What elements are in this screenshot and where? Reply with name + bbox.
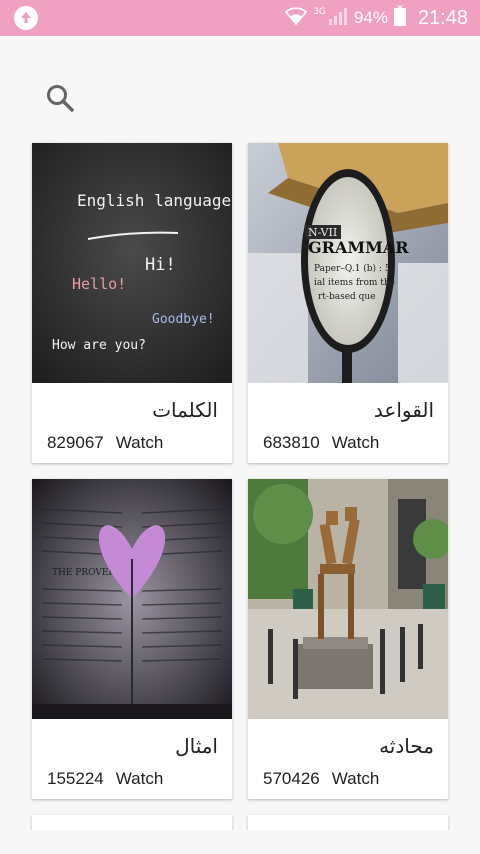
network-type: 3G: [313, 7, 326, 17]
search-button[interactable]: [44, 82, 76, 114]
card-title: محادثه: [379, 734, 434, 758]
svg-text:How are you?: How are you?: [52, 338, 146, 353]
watch-count: 683810: [263, 433, 320, 452]
watch-count: 570426: [263, 769, 320, 788]
list-bottom-edge: [0, 830, 480, 854]
clock: 21:48: [417, 6, 468, 29]
card-title: امثال: [175, 734, 218, 758]
svg-text:Paper–Q.1 (b) : 5: Paper–Q.1 (b) : 5: [314, 263, 391, 274]
signal-icon: [328, 7, 348, 29]
category-card-grammar[interactable]: N-VII GRAMMAR Paper–Q.1 (b) : 5 ial item…: [248, 143, 448, 463]
search-icon: [47, 85, 74, 112]
conversation-thumbnail: [248, 479, 448, 719]
watch-label: Watch: [115, 769, 164, 788]
card-meta: 570426 Watch: [263, 769, 379, 789]
proverbs-thumbnail: THE PROVERBS: [32, 479, 232, 719]
category-card-proverbs[interactable]: THE PROVERBS امثال 155224 Watch: [32, 479, 232, 799]
svg-text:GRAMMAR: GRAMMAR: [308, 238, 409, 257]
watch-count: 829067: [47, 433, 104, 452]
card-title: القواعد: [373, 398, 434, 422]
svg-text:English language: English language: [77, 191, 231, 210]
watch-label: Watch: [331, 769, 380, 788]
watch-label: Watch: [331, 433, 380, 452]
svg-text:Hello!: Hello!: [72, 275, 126, 293]
category-card-words[interactable]: English language Hello! Hi! Goodbye! How…: [32, 143, 232, 463]
battery-percent: 94%: [353, 8, 388, 27]
svg-text:ial items from the: ial items from the: [314, 278, 395, 288]
category-card-conversation[interactable]: محادثه 570426 Watch: [248, 479, 448, 799]
watch-label: Watch: [115, 433, 164, 452]
card-title: الكلمات: [152, 398, 218, 422]
upload-notification-icon: [14, 6, 38, 30]
svg-text:Goodbye!: Goodbye!: [152, 312, 215, 327]
card-meta: 829067 Watch: [47, 433, 163, 453]
svg-text:Hi!: Hi!: [145, 255, 176, 275]
grammar-thumbnail: N-VII GRAMMAR Paper–Q.1 (b) : 5 ial item…: [248, 143, 448, 383]
battery-icon: [393, 6, 406, 30]
status-bar: 3G 94% 21:48: [0, 0, 480, 36]
card-meta: 155224 Watch: [47, 769, 163, 789]
watch-count: 155224: [47, 769, 104, 788]
card-meta: 683810 Watch: [263, 433, 379, 453]
words-thumbnail: English language Hello! Hi! Goodbye! How…: [32, 143, 232, 383]
svg-text:rt-based que: rt-based que: [318, 292, 376, 302]
wifi-icon: [285, 7, 308, 29]
